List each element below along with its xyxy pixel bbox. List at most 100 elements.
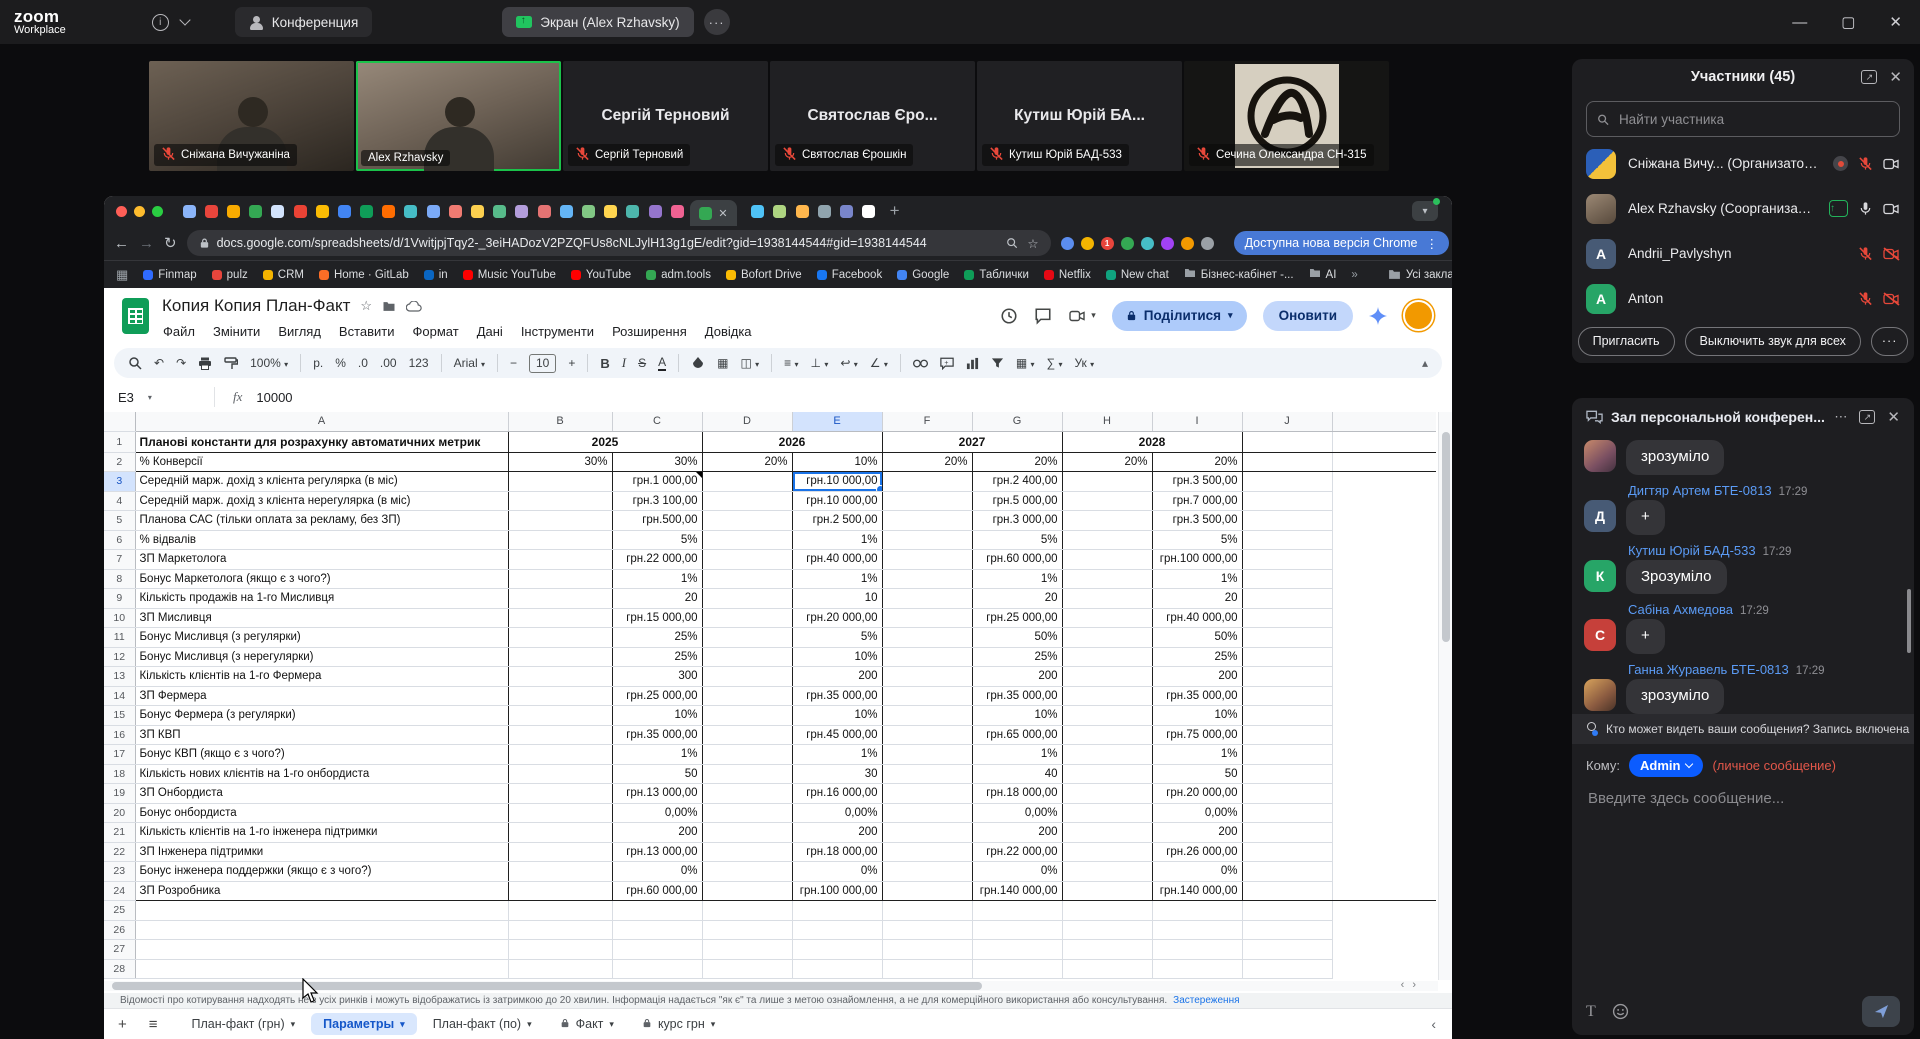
text-wrap-button[interactable]: ↩ ▾ — [840, 356, 857, 370]
cloud-status-icon[interactable] — [406, 300, 422, 312]
row-header-5[interactable]: 5 — [104, 510, 136, 531]
tab-more-button[interactable]: ··· — [703, 9, 730, 35]
cell-G19[interactable]: грн.18 000,00 — [972, 783, 1063, 804]
cell-B10[interactable] — [508, 608, 613, 628]
add-sheet-button[interactable]: + — [118, 1016, 127, 1033]
row-header-21[interactable]: 21 — [104, 822, 136, 843]
browser-tab-favicon[interactable] — [817, 204, 831, 218]
cell-H26[interactable] — [1062, 920, 1153, 940]
row-header-8[interactable]: 8 — [104, 569, 136, 589]
row-header-15[interactable]: 15 — [104, 705, 136, 726]
bookmark-item[interactable]: Finmap — [143, 269, 197, 281]
cell-D24[interactable] — [702, 881, 793, 901]
cell-B24[interactable] — [508, 881, 613, 901]
bookmark-star-icon[interactable]: ☆ — [1027, 236, 1038, 251]
cell-I22[interactable]: грн.26 000,00 — [1152, 842, 1243, 862]
row-header-4[interactable]: 4 — [104, 491, 136, 511]
cell-D11[interactable] — [702, 627, 793, 648]
row-header-9[interactable]: 9 — [104, 588, 136, 609]
name-box[interactable]: E3 ▾ — [104, 390, 214, 405]
chat-message[interactable]: С + — [1584, 619, 1902, 654]
extension-icon[interactable] — [1140, 236, 1154, 250]
cell-I21[interactable]: 200 — [1152, 822, 1243, 843]
sheet-tabs-scroll-left-icon[interactable]: ‹ — [1431, 1016, 1436, 1032]
cell-I7[interactable]: грн.100 000,00 — [1152, 549, 1243, 570]
tab-shared-screen[interactable]: Экран (Alex Rzhavsky) — [502, 7, 694, 37]
cell-E19[interactable]: грн.16 000,00 — [792, 783, 883, 804]
bookmarks-overflow-icon[interactable]: » — [1351, 269, 1357, 281]
cell-A26[interactable] — [135, 920, 509, 940]
grid-vertical-scrollbar[interactable] — [1438, 412, 1452, 980]
cell-I26[interactable] — [1152, 920, 1243, 940]
cell-I18[interactable]: 50 — [1152, 764, 1243, 784]
cell-D18[interactable] — [702, 764, 793, 784]
row-header-28[interactable]: 28 — [104, 959, 136, 979]
row-header-25[interactable]: 25 — [104, 900, 136, 921]
row-header-1[interactable]: 1 — [104, 431, 136, 453]
cell-F2[interactable]: 20% — [882, 452, 973, 472]
borders-button[interactable]: ▦ — [717, 356, 728, 370]
cell-F28[interactable] — [882, 959, 973, 979]
row-header-13[interactable]: 13 — [104, 666, 136, 687]
paint-format-icon[interactable] — [224, 356, 239, 370]
cell-I3[interactable]: грн.3 500,00 — [1152, 471, 1243, 492]
cell-B15[interactable] — [508, 705, 613, 726]
doc-title[interactable]: Копия Копия План-Факт — [162, 296, 350, 316]
cell-F22[interactable] — [882, 842, 973, 862]
cell-H23[interactable] — [1062, 861, 1153, 882]
extension-icon[interactable] — [1160, 236, 1174, 250]
disclaimer-link[interactable]: Застереження — [1173, 995, 1239, 1006]
cell-C9[interactable]: 20 — [612, 588, 703, 609]
sheet-tab-План-факт (грн)[interactable]: План-факт (грн) ▾ — [180, 1013, 308, 1035]
cell-E18[interactable]: 30 — [792, 764, 883, 784]
cell-C26[interactable] — [612, 920, 703, 940]
browser-tab-favicon[interactable] — [559, 204, 573, 218]
extension-icon[interactable] — [1120, 236, 1134, 250]
merge-cells-button[interactable]: ◫ ▾ — [740, 356, 759, 370]
browser-tab-favicon[interactable] — [204, 204, 218, 218]
cell-C23[interactable]: 0% — [612, 861, 703, 882]
cell-J16[interactable] — [1242, 725, 1333, 745]
sheet-tab-menu-icon[interactable]: ▾ — [527, 1019, 532, 1030]
all-sheets-button[interactable]: ≡ — [149, 1016, 158, 1033]
zoom-select[interactable]: 100% ▾ — [250, 356, 288, 370]
cell-D14[interactable] — [702, 686, 793, 706]
cell-D23[interactable] — [702, 861, 793, 882]
bookmark-item[interactable]: YouTube — [570, 269, 631, 281]
row-header-11[interactable]: 11 — [104, 627, 136, 648]
cell-J4[interactable] — [1242, 491, 1333, 511]
cell-J14[interactable] — [1242, 686, 1333, 706]
cell-B16[interactable] — [508, 725, 613, 745]
cell-H25[interactable] — [1062, 900, 1153, 921]
cell-G18[interactable]: 40 — [972, 764, 1063, 784]
cell-A1[interactable]: Планові константи для розрахунку автомат… — [134, 431, 509, 453]
cell-D15[interactable] — [702, 705, 793, 726]
bookmark-item[interactable]: CRM — [262, 269, 304, 281]
cell-E8[interactable]: 1% — [792, 569, 883, 589]
extension-icon[interactable] — [1200, 236, 1214, 250]
close-panel-icon[interactable]: ✕ — [1889, 68, 1902, 86]
cell-G8[interactable]: 1% — [972, 569, 1063, 589]
cell-A25[interactable] — [135, 900, 509, 921]
menu-Формат[interactable]: Формат — [406, 322, 466, 341]
cell-E7[interactable]: грн.40 000,00 — [792, 549, 883, 570]
bookmark-item[interactable]: Google — [897, 269, 949, 281]
cell-F21[interactable] — [882, 822, 973, 843]
cell-F8[interactable] — [882, 569, 973, 589]
cell-D27[interactable] — [702, 939, 793, 960]
horizontal-align-button[interactable]: ≡ ▾ — [784, 356, 798, 370]
cell-G10[interactable]: грн.25 000,00 — [972, 608, 1063, 628]
cell-A19[interactable]: ЗП Онбордиста — [134, 783, 509, 804]
sheets-logo-icon[interactable] — [122, 298, 149, 334]
chevron-down-icon[interactable] — [179, 14, 191, 26]
cell-A9[interactable]: Кількість продажів на 1-го Мисливця — [134, 588, 509, 609]
browser-tab-favicon[interactable] — [315, 204, 329, 218]
cell-I2[interactable]: 20% — [1152, 452, 1243, 472]
browser-tab-favicon[interactable] — [581, 204, 595, 218]
row-header-3[interactable]: 3 — [104, 471, 136, 492]
cell-C14[interactable]: грн.25 000,00 — [612, 686, 703, 706]
cell-E14[interactable]: грн.35 000,00 — [792, 686, 883, 706]
sheet-tab-Параметры[interactable]: Параметры ▾ — [311, 1013, 417, 1035]
cell-H7[interactable] — [1062, 549, 1153, 570]
cell-B23[interactable] — [508, 861, 613, 882]
